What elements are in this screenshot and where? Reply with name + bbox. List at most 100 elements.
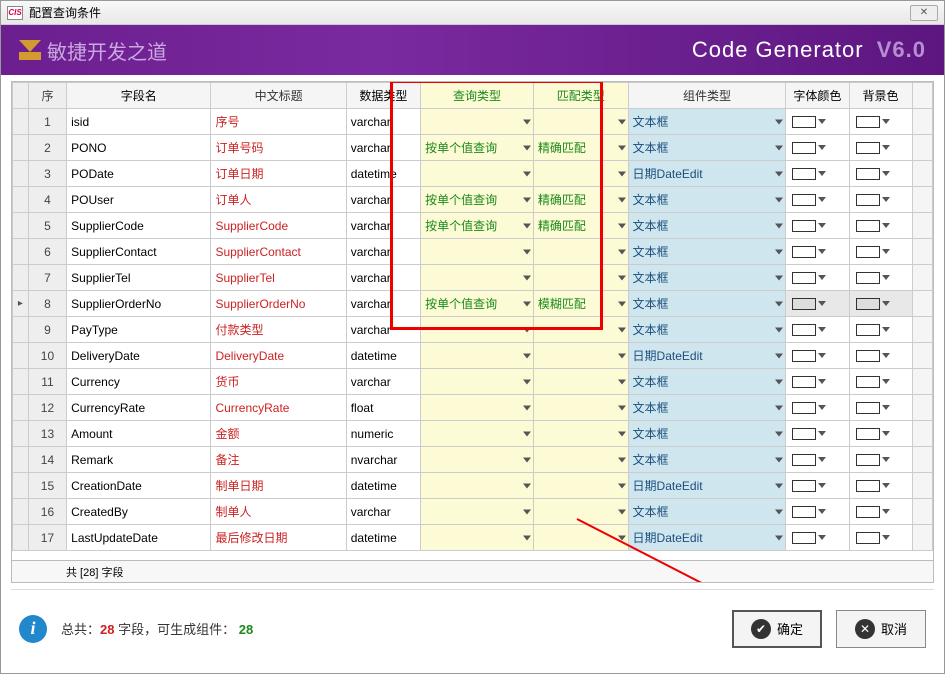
cell-bgcolor[interactable] — [849, 421, 912, 447]
cell-fontcolor[interactable] — [786, 473, 849, 499]
cell-fontcolor[interactable] — [786, 239, 849, 265]
cell-matchtype[interactable] — [533, 239, 628, 265]
table-row[interactable]: 6SupplierContactSupplierContactvarchar文本… — [13, 239, 933, 265]
cell-caption[interactable]: 序号 — [211, 109, 346, 135]
cell-field[interactable]: Amount — [67, 421, 211, 447]
cancel-button[interactable]: ✕ 取消 — [836, 610, 926, 648]
cell-matchtype[interactable] — [533, 265, 628, 291]
table-row[interactable]: ▸8SupplierOrderNoSupplierOrderNovarchar按… — [13, 291, 933, 317]
scrollbar[interactable] — [912, 239, 932, 265]
scrollbar[interactable] — [912, 499, 932, 525]
cell-widget[interactable]: 文本框 — [628, 109, 786, 135]
scrollbar[interactable] — [912, 343, 932, 369]
cell-querytype[interactable] — [421, 239, 534, 265]
table-row[interactable]: 1isid序号varchar文本框 — [13, 109, 933, 135]
cell-caption[interactable]: 制单人 — [211, 499, 346, 525]
cell-widget[interactable]: 日期DateEdit — [628, 473, 786, 499]
cell-querytype[interactable] — [421, 473, 534, 499]
cell-querytype[interactable] — [421, 109, 534, 135]
cell-fontcolor[interactable] — [786, 265, 849, 291]
col-matchtype[interactable]: 匹配类型 — [533, 83, 628, 109]
cell-caption[interactable]: SupplierOrderNo — [211, 291, 346, 317]
cell-fontcolor[interactable] — [786, 343, 849, 369]
cell-widget[interactable]: 文本框 — [628, 317, 786, 343]
cell-widget[interactable]: 文本框 — [628, 135, 786, 161]
cell-matchtype[interactable] — [533, 395, 628, 421]
cell-widget[interactable]: 文本框 — [628, 447, 786, 473]
scrollbar[interactable] — [912, 421, 932, 447]
cell-matchtype[interactable] — [533, 447, 628, 473]
cell-bgcolor[interactable] — [849, 499, 912, 525]
cell-field[interactable]: CurrencyRate — [67, 395, 211, 421]
cell-fontcolor[interactable] — [786, 317, 849, 343]
cell-fontcolor[interactable] — [786, 525, 849, 551]
cell-field[interactable]: Remark — [67, 447, 211, 473]
col-widget[interactable]: 组件类型 — [628, 83, 786, 109]
cell-matchtype[interactable]: 模糊匹配 — [533, 291, 628, 317]
scrollbar[interactable] — [912, 473, 932, 499]
cell-widget[interactable]: 日期DateEdit — [628, 343, 786, 369]
cell-widget[interactable]: 文本框 — [628, 395, 786, 421]
cell-matchtype[interactable] — [533, 499, 628, 525]
cell-bgcolor[interactable] — [849, 369, 912, 395]
table-row[interactable]: 11Currency货币varchar文本框 — [13, 369, 933, 395]
col-bgcolor[interactable]: 背景色 — [849, 83, 912, 109]
cell-widget[interactable]: 文本框 — [628, 421, 786, 447]
cell-matchtype[interactable] — [533, 161, 628, 187]
cell-widget[interactable]: 日期DateEdit — [628, 161, 786, 187]
cell-field[interactable]: SupplierOrderNo — [67, 291, 211, 317]
cell-caption[interactable]: 货币 — [211, 369, 346, 395]
cell-bgcolor[interactable] — [849, 161, 912, 187]
cell-matchtype[interactable] — [533, 421, 628, 447]
cell-caption[interactable]: SupplierCode — [211, 213, 346, 239]
cell-field[interactable]: LastUpdateDate — [67, 525, 211, 551]
table-row[interactable]: 7SupplierTelSupplierTelvarchar文本框 — [13, 265, 933, 291]
scrollbar[interactable] — [912, 369, 932, 395]
cell-field[interactable]: PONO — [67, 135, 211, 161]
cell-matchtype[interactable] — [533, 369, 628, 395]
col-fontcolor[interactable]: 字体颜色 — [786, 83, 849, 109]
cell-fontcolor[interactable] — [786, 421, 849, 447]
cell-fontcolor[interactable] — [786, 447, 849, 473]
cell-bgcolor[interactable] — [849, 525, 912, 551]
cell-caption[interactable]: 制单日期 — [211, 473, 346, 499]
cell-widget[interactable]: 文本框 — [628, 213, 786, 239]
cell-field[interactable]: PayType — [67, 317, 211, 343]
cell-fontcolor[interactable] — [786, 213, 849, 239]
cell-field[interactable]: PODate — [67, 161, 211, 187]
cell-fontcolor[interactable] — [786, 161, 849, 187]
cell-querytype[interactable]: 按单个值查询 — [421, 213, 534, 239]
table-row[interactable]: 14Remark备注nvarchar文本框 — [13, 447, 933, 473]
cell-caption[interactable]: 最后修改日期 — [211, 525, 346, 551]
cell-bgcolor[interactable] — [849, 109, 912, 135]
cell-bgcolor[interactable] — [849, 473, 912, 499]
cell-widget[interactable]: 文本框 — [628, 187, 786, 213]
cell-bgcolor[interactable] — [849, 265, 912, 291]
cell-querytype[interactable] — [421, 161, 534, 187]
cell-matchtype[interactable] — [533, 109, 628, 135]
scrollbar[interactable] — [912, 447, 932, 473]
cell-widget[interactable]: 文本框 — [628, 291, 786, 317]
cell-matchtype[interactable] — [533, 525, 628, 551]
cell-fontcolor[interactable] — [786, 395, 849, 421]
cell-bgcolor[interactable] — [849, 395, 912, 421]
cell-querytype[interactable] — [421, 343, 534, 369]
cell-widget[interactable]: 日期DateEdit — [628, 525, 786, 551]
cell-caption[interactable]: 订单号码 — [211, 135, 346, 161]
cell-field[interactable]: DeliveryDate — [67, 343, 211, 369]
cell-fontcolor[interactable] — [786, 109, 849, 135]
table-row[interactable]: 15CreationDate制单日期datetime日期DateEdit — [13, 473, 933, 499]
cell-widget[interactable]: 文本框 — [628, 369, 786, 395]
cell-bgcolor[interactable] — [849, 187, 912, 213]
close-button[interactable]: ✕ — [910, 5, 938, 21]
cell-matchtype[interactable] — [533, 473, 628, 499]
cell-bgcolor[interactable] — [849, 447, 912, 473]
scrollbar[interactable] — [912, 109, 932, 135]
cell-field[interactable]: POUser — [67, 187, 211, 213]
table-row[interactable]: 5SupplierCodeSupplierCodevarchar按单个值查询精确… — [13, 213, 933, 239]
col-field[interactable]: 字段名 — [67, 83, 211, 109]
cell-field[interactable]: Currency — [67, 369, 211, 395]
cell-field[interactable]: CreationDate — [67, 473, 211, 499]
cell-caption[interactable]: 备注 — [211, 447, 346, 473]
cell-widget[interactable]: 文本框 — [628, 265, 786, 291]
